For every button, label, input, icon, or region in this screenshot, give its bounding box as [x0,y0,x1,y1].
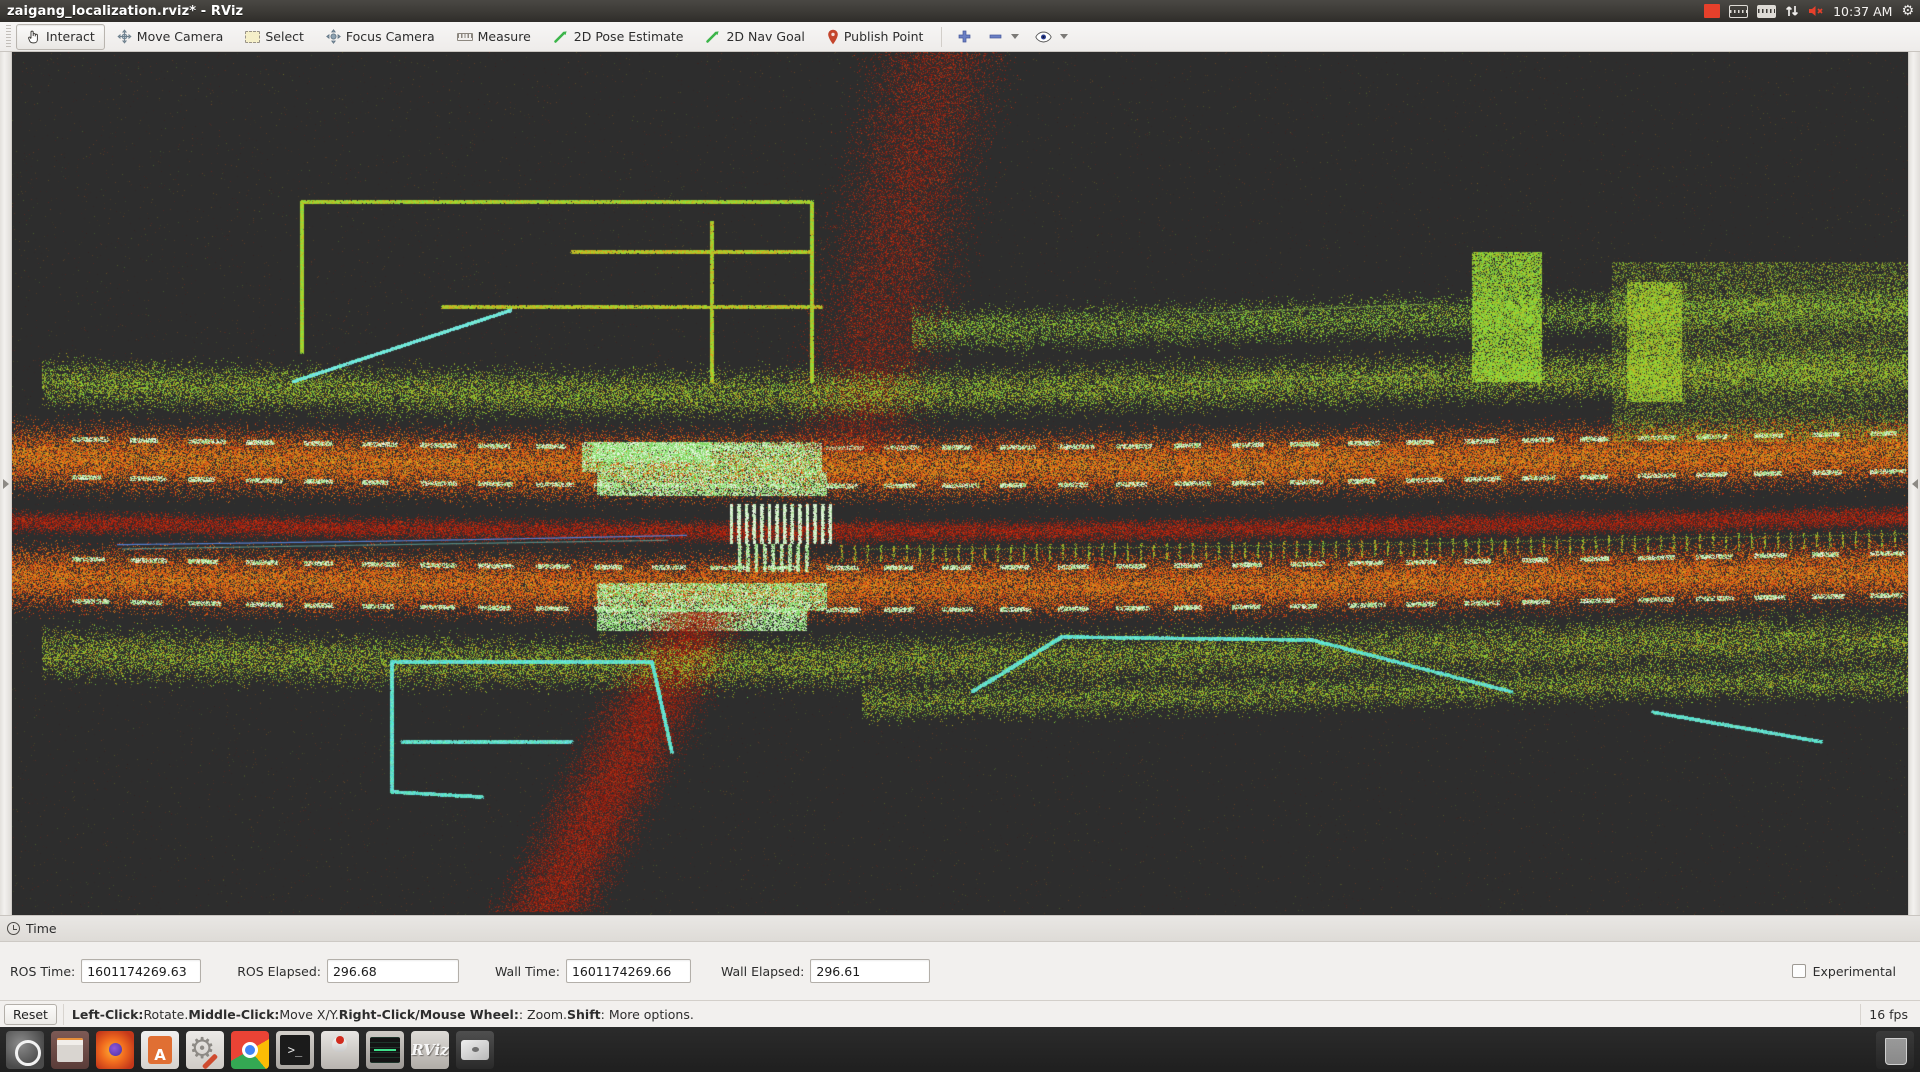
tool-move-camera-label: Move Camera [136,29,224,44]
tool-interact[interactable]: Interact [16,23,105,50]
ros-time-group: ROS Time: 1601174269.63 [10,959,202,983]
remove-tool-button[interactable] [981,24,1026,50]
system-tools-icon[interactable] [186,1030,224,1069]
ros-time-label: ROS Time: [10,963,76,979]
recording-indicator-icon[interactable] [1704,0,1721,22]
tool-interact-label: Interact [46,29,95,44]
fps-indicator: 16 fps [1860,1003,1916,1025]
plus-icon [957,29,972,44]
system-monitor-icon[interactable] [366,1030,404,1069]
3d-viewport[interactable] [12,52,1908,915]
visibility-button[interactable] [1028,24,1075,50]
tool-2d-pose-estimate-label: 2D Pose Estimate [573,29,684,44]
ruler-icon [456,32,473,41]
tool-2d-nav-goal[interactable]: 2D Nav Goal [695,24,814,50]
tool-select-label: Select [265,29,304,44]
hint-fragment: Rotate. [143,1006,189,1022]
tool-focus-camera-label: Focus Camera [345,29,435,44]
trash-icon[interactable] [1876,1030,1914,1069]
ros-elapsed-group: ROS Elapsed: 296.68 [237,959,459,983]
java-icon[interactable] [321,1030,359,1069]
wall-elapsed-input[interactable]: 296.61 [810,959,931,983]
ros-elapsed-input[interactable]: 296.68 [326,959,459,983]
focus-camera-icon [326,29,341,44]
rviz-icon[interactable]: RViz [411,1030,449,1069]
firefox-icon[interactable] [96,1030,134,1069]
tool-focus-camera[interactable]: Focus Camera [316,24,445,50]
green-arrow-icon [553,30,569,44]
keyboard-layout-icon[interactable] [1757,0,1777,22]
toolbar-grip[interactable] [3,24,13,49]
time-panel-header[interactable]: Time [0,916,1920,942]
hint-fragment: Right-Click/Mouse Wheel: [338,1006,519,1022]
system-tray: 10:37 AM ⚙ [1704,0,1920,22]
chrome-icon[interactable] [231,1030,269,1069]
time-fields-row: ROS Time: 1601174269.63 ROS Elapsed: 296… [0,942,1920,1000]
render-area [0,52,1920,915]
volume-muted-icon[interactable] [1808,0,1824,22]
wall-time-label: Wall Time: [494,963,560,979]
point-cloud-canvas[interactable] [12,52,1908,915]
map-pin-icon [827,29,839,45]
hint-fragment: Shift [567,1006,601,1022]
experimental-label: Experimental [1812,963,1896,979]
ros-time-input[interactable]: 1601174269.63 [81,959,202,983]
disc-drive-icon[interactable] [456,1030,494,1069]
tool-publish-point-label: Publish Point [843,29,924,44]
wall-time-group: Wall Time: 1601174269.66 [495,959,691,983]
files-icon[interactable] [51,1030,89,1069]
reset-button[interactable]: Reset [4,1003,57,1025]
move-camera-icon [117,29,132,44]
toolbar-separator [941,26,943,47]
hint-fragment: Middle-Click: [188,1006,280,1022]
rviz-toolbar: Interact Move Camera Select Focus Camera… [0,22,1920,52]
tool-2d-pose-estimate[interactable]: 2D Pose Estimate [543,24,694,50]
time-panel-title: Time [26,921,57,936]
chevron-down-icon[interactable] [1011,34,1020,39]
network-icon[interactable] [1785,0,1799,22]
tool-publish-point[interactable]: Publish Point [817,24,934,50]
system-clock[interactable]: 10:37 AM [1833,0,1892,22]
wall-elapsed-label: Wall Elapsed: [720,963,805,979]
clock-icon [7,922,20,935]
tool-move-camera[interactable]: Move Camera [107,24,234,50]
wall-elapsed-group: Wall Elapsed: 296.61 [720,959,931,983]
add-tool-button[interactable] [950,24,979,50]
chevron-down-icon[interactable] [1060,34,1069,39]
hint-fragment: : Zoom. [518,1006,568,1022]
ubuntu-dash-icon[interactable] [6,1030,44,1069]
wall-time-input[interactable]: 1601174269.66 [565,959,691,983]
experimental-toggle[interactable]: Experimental [1791,963,1910,979]
tool-2d-nav-goal-label: 2D Nav Goal [726,29,805,44]
terminal-icon[interactable] [276,1030,314,1069]
minus-icon [988,29,1003,44]
tool-select[interactable]: Select [235,24,314,50]
hand-cursor-icon [26,29,41,44]
hint-fragment: Left-Click: [71,1006,144,1022]
tool-measure-label: Measure [477,29,531,44]
window-title: zaigang_localization.rviz* - RViz [7,3,244,19]
green-arrow-icon [705,30,721,44]
eye-icon [1035,31,1053,43]
mouse-hint-text: Left-Click: Rotate. Middle-Click: Move X… [62,1003,1860,1025]
status-bar: Reset Left-Click: Rotate. Middle-Click: … [0,1000,1920,1027]
session-gear-icon[interactable]: ⚙ [1901,0,1914,22]
tool-measure[interactable]: Measure [447,24,541,50]
hint-fragment: : More options. [600,1006,694,1022]
expand-right-panel-handle[interactable] [1908,52,1920,915]
hint-fragment: Move X/Y. [279,1006,339,1022]
software-center-icon[interactable] [141,1030,179,1069]
time-panel: Time ROS Time: 1601174269.63 ROS Elapsed… [0,915,1920,1000]
experimental-checkbox[interactable] [1791,964,1806,978]
chevron-right-icon [2,478,9,489]
expand-left-panel-handle[interactable] [0,52,12,915]
keyboard-icon[interactable] [1729,0,1749,22]
ros-elapsed-label: ROS Elapsed: [237,963,321,979]
chevron-left-icon [1911,478,1918,489]
system-panel: zaigang_localization.rviz* - RViz 10:37 … [0,0,1920,22]
select-box-icon [245,30,261,43]
desktop-dock: RViz [0,1027,1920,1072]
